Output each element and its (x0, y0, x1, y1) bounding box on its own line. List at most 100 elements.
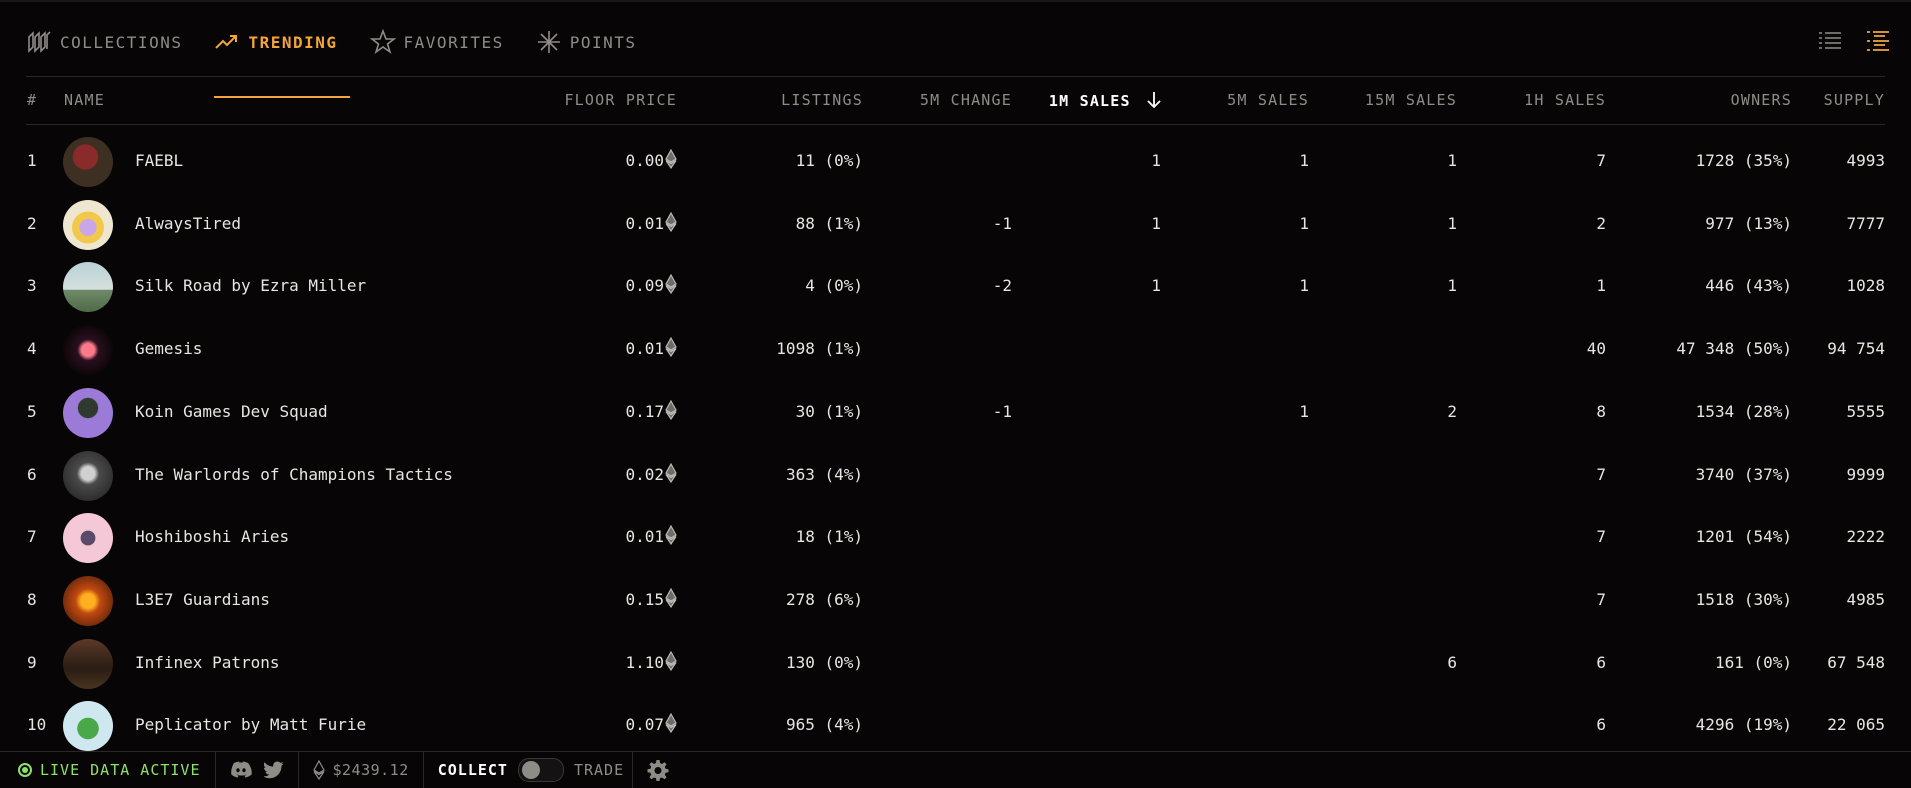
cell-sales15m: 1 (1447, 213, 1457, 233)
col-5m-change[interactable]: 5M CHANGE (920, 91, 1012, 109)
collection-avatar[interactable] (63, 387, 113, 438)
cell-owners: 1534 (28%) (1695, 401, 1792, 421)
floor-price-currency (660, 650, 677, 671)
table-row[interactable]: 8 L3E7 Guardians 0.15 278 (6%) 7 1518 (30%) 49… (0, 569, 1911, 631)
col-name[interactable]: NAME (64, 91, 105, 109)
cell-sales1h: 7 (1596, 589, 1606, 609)
cell-supply: 94 754 (1827, 339, 1885, 359)
floor-price: 0.01 (625, 527, 664, 547)
collection-name[interactable]: The Warlords of Champions Tactics (135, 465, 453, 484)
collection-name[interactable]: Infinex Patrons (135, 653, 280, 672)
collect-label: COLLECT (437, 761, 508, 779)
col-15m-sales[interactable]: 15M SALES (1365, 91, 1457, 109)
cell-sales1h: 6 (1596, 652, 1606, 672)
col-1m-sales[interactable]: 1M SALES (1049, 91, 1161, 110)
table-row[interactable]: 5 Koin Games Dev Squad 0.17 30 (1%) -1 1 2 8 153… (0, 381, 1911, 443)
eth-icon (665, 650, 677, 671)
col-rank: # (27, 91, 38, 109)
tab-collections[interactable]: COLLECTIONS (22, 22, 192, 62)
floor-price: 0.02 (625, 464, 664, 484)
col-1h-sales[interactable]: 1H SALES (1524, 91, 1606, 109)
divider (26, 124, 1885, 125)
cell-supply: 4993 (1846, 151, 1885, 170)
floor-price-currency (660, 337, 677, 358)
cell-owners: 1728 (35%) (1695, 151, 1792, 170)
collection-name[interactable]: FAEBL (135, 151, 183, 170)
table-row[interactable]: 2 AlwaysTired 0.01 88 (1%) -1 1 1 1 2 977 (13%) 77… (0, 193, 1911, 255)
collection-name[interactable]: Koin Games Dev Squad (135, 402, 328, 421)
divider (26, 76, 1885, 77)
table-row[interactable]: 10 Peplicator by Matt Furie 0.07 965 (4%) 6 4… (0, 694, 1911, 756)
cell-owners: 977 (13%) (1705, 213, 1792, 233)
row-rank: 1 (27, 151, 37, 170)
collection-name[interactable]: L3E7 Guardians (135, 590, 270, 609)
settings-icon[interactable] (647, 759, 669, 781)
collection-avatar[interactable] (63, 137, 113, 187)
cell-sales1h: 7 (1596, 151, 1606, 170)
discord-icon[interactable] (230, 761, 252, 779)
tab-points[interactable]: POINTS (532, 22, 647, 62)
table-row[interactable]: 9 Infinex Patrons 1.10 130 (0%) 6 6 161 (0%) 67… (0, 632, 1911, 694)
table-row[interactable]: 3 Silk Road by Ezra Miller 0.09 4 (0%) -2 1 1 1… (0, 255, 1911, 317)
collection-avatar[interactable] (63, 638, 113, 689)
tab-trending[interactable]: TRENDING (210, 22, 350, 98)
collection-name[interactable]: Silk Road by Ezra Miller (135, 276, 366, 295)
table-row[interactable]: 4 Gemesis 0.01 1098 (1%) 40 47 348 (50%) 94 75… (0, 318, 1911, 380)
status-bar: LIVE DATA ACTIVE $2439.12 COLLECT TRADE (0, 751, 1911, 788)
cell-listings: 965 (4%) (785, 715, 863, 735)
table-row[interactable]: 7 Hoshiboshi Aries 0.01 18 (1%) 7 1201 (54%) 2… (0, 506, 1911, 568)
table-header: # NAME FLOOR PRICE LISTINGS 5M CHANGE 1M… (0, 88, 1911, 114)
collection-avatar[interactable] (63, 325, 113, 376)
cell-change5m: -2 (992, 276, 1012, 296)
cell-sales15m: 6 (1447, 652, 1457, 672)
cell-owners: 1518 (30%) (1695, 589, 1792, 609)
view-toggle (1817, 28, 1891, 54)
collection-avatar[interactable] (63, 199, 113, 250)
settings (632, 752, 683, 788)
cell-listings: 88 (1%) (795, 213, 863, 233)
tab-label: FAVORITES (403, 32, 504, 52)
col-5m-sales[interactable]: 5M SALES (1227, 91, 1309, 109)
mode-toggle[interactable] (517, 758, 564, 782)
eth-icon (665, 211, 677, 232)
floor-price-currency (660, 462, 677, 483)
cell-sales1m: 1 (1151, 151, 1161, 170)
cell-supply: 22 065 (1827, 715, 1885, 735)
live-indicator-icon (18, 763, 32, 777)
collection-avatar[interactable] (63, 513, 113, 564)
floor-price: 0.09 (625, 276, 664, 296)
floor-price: 0.15 (625, 589, 664, 609)
collection-name[interactable]: AlwaysTired (135, 214, 241, 233)
cell-sales1h: 7 (1596, 527, 1606, 547)
cell-owners: 3740 (37%) (1695, 464, 1792, 484)
cell-change5m: -1 (992, 213, 1012, 233)
cell-owners: 47 348 (50%) (1676, 339, 1792, 359)
table-row[interactable]: 6 The Warlords of Champions Tactics 0.02 36… (0, 444, 1911, 506)
list-view-icon[interactable] (1817, 28, 1843, 54)
cell-sales5m: 1 (1299, 401, 1309, 421)
cell-sales15m: 2 (1447, 401, 1457, 421)
detailed-list-view-icon[interactable] (1865, 28, 1891, 54)
col-floor-price[interactable]: FLOOR PRICE (564, 91, 677, 109)
cell-listings: 30 (1%) (795, 401, 863, 421)
collection-avatar[interactable] (63, 262, 113, 313)
table-row[interactable]: 1 FAEBL 0.00 11 (0%) 1 1 1 7 1728 (35%) 4993 (0, 130, 1911, 192)
collection-name[interactable]: Peplicator by Matt Furie (135, 715, 366, 734)
row-rank: 10 (27, 715, 47, 735)
col-owners[interactable]: OWNERS (1731, 91, 1792, 109)
collection-avatar[interactable] (63, 701, 113, 752)
cell-listings: 1098 (1%) (776, 339, 863, 359)
row-rank: 2 (27, 213, 37, 233)
eth-icon (665, 399, 677, 420)
eth-icon (665, 274, 677, 295)
col-listings[interactable]: LISTINGS (781, 91, 863, 109)
collection-avatar[interactable] (63, 575, 113, 626)
collection-avatar[interactable] (63, 450, 113, 501)
tab-favorites[interactable]: FAVORITES (366, 22, 514, 62)
collection-name[interactable]: Hoshiboshi Aries (135, 527, 289, 546)
twitter-icon[interactable] (263, 761, 284, 779)
cell-listings: 4 (0%) (805, 276, 863, 296)
cell-supply: 2222 (1846, 527, 1885, 547)
col-supply[interactable]: SUPPLY (1824, 91, 1885, 109)
collection-name[interactable]: Gemesis (135, 339, 202, 358)
